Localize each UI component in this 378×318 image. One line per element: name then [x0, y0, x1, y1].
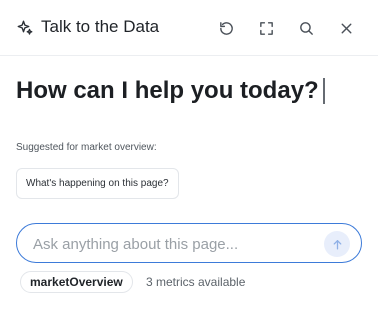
close-button[interactable]: [334, 16, 358, 40]
panel-title: Talk to the Data: [41, 17, 160, 36]
refresh-icon: [219, 21, 233, 35]
chat-input[interactable]: [33, 233, 317, 255]
send-button[interactable]: [324, 231, 350, 257]
search-button[interactable]: [294, 16, 318, 40]
hero-heading-row: How can I help you today?: [16, 77, 325, 105]
reset-button[interactable]: [214, 16, 238, 40]
chat-input-box[interactable]: [16, 223, 362, 263]
sparkle-icon: [17, 20, 33, 35]
context-badge: marketOverview: [20, 271, 133, 293]
context-metrics-count: 3 metrics available: [146, 275, 246, 289]
typing-cursor: [322, 78, 325, 104]
panel-header: Talk to the Data: [0, 0, 378, 56]
expand-button[interactable]: [254, 16, 278, 40]
suggestions-label: Suggested for market overview:: [16, 142, 157, 153]
chat-panel: Talk to the Data How can I help you toda…: [0, 0, 378, 318]
arrow-up-icon: [333, 239, 341, 249]
expand-icon: [259, 21, 273, 35]
hero-heading: How can I help you today?: [16, 77, 319, 104]
close-icon: [341, 23, 351, 33]
search-icon: [299, 21, 313, 35]
suggestion-chip[interactable]: What's happening on this page?: [16, 168, 179, 199]
